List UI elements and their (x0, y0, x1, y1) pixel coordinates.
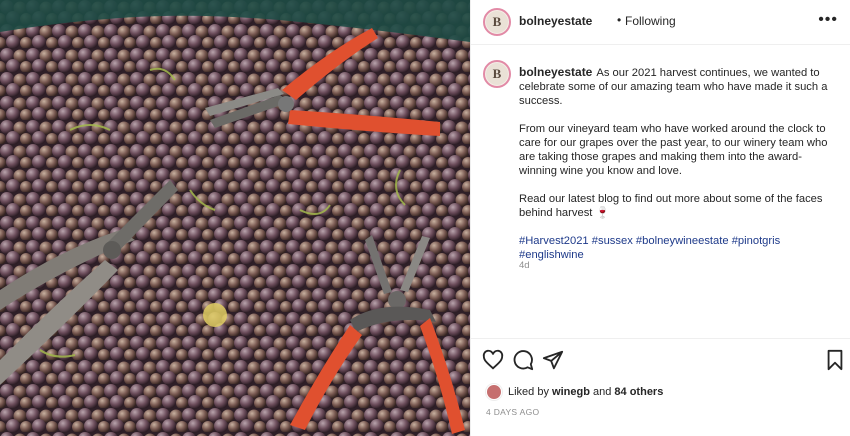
and-text: and (593, 386, 612, 398)
caption-paragraph-2: From our vineyard team who have worked a… (519, 123, 828, 177)
post-side-panel: B bolneyestate • Following ••• B bolneye… (470, 0, 850, 436)
hashtags[interactable]: #Harvest2021 #sussex #bolneywineestate #… (519, 234, 837, 262)
liked-by-user[interactable]: winegb (552, 386, 590, 398)
post-photo[interactable] (0, 0, 470, 436)
avatar-letter: B (486, 63, 508, 85)
post-actions: Liked by winegb and 84 others 4 DAYS AGO (471, 338, 850, 436)
more-options-icon[interactable]: ••• (818, 12, 838, 28)
grapes-image (0, 0, 470, 436)
caption-paragraph-3: Read our latest blog to find out more ab… (519, 193, 823, 219)
others-count[interactable]: 84 others (614, 386, 663, 398)
comment-icon[interactable] (512, 349, 534, 371)
avatar[interactable]: B (483, 8, 511, 36)
share-icon[interactable] (542, 349, 564, 371)
post-date: 4 DAYS AGO (486, 407, 540, 417)
caption-time-ago: 4d (519, 260, 530, 271)
following-button[interactable]: Following (625, 14, 676, 28)
separator-dot: • (617, 13, 622, 27)
post-header: B bolneyestate • Following ••• (471, 0, 850, 45)
caption-paragraph-1: bolneyestate As our 2021 harvest continue… (519, 65, 837, 108)
avatar-letter: B (486, 11, 508, 33)
heart-icon[interactable] (482, 349, 504, 371)
bookmark-icon[interactable] (824, 349, 846, 371)
likes-summary: Liked by winegb and 84 others (486, 384, 663, 400)
caption-avatar[interactable]: B (483, 60, 511, 88)
liker-avatar[interactable] (486, 384, 502, 400)
caption-text: bolneyestate As our 2021 harvest continue… (519, 65, 837, 276)
header-username[interactable]: bolneyestate (519, 14, 592, 28)
liked-by-prefix: Liked by (508, 386, 549, 398)
instagram-post: B bolneyestate • Following ••• B bolneye… (0, 0, 850, 436)
caption-username[interactable]: bolneyestate (519, 65, 592, 79)
